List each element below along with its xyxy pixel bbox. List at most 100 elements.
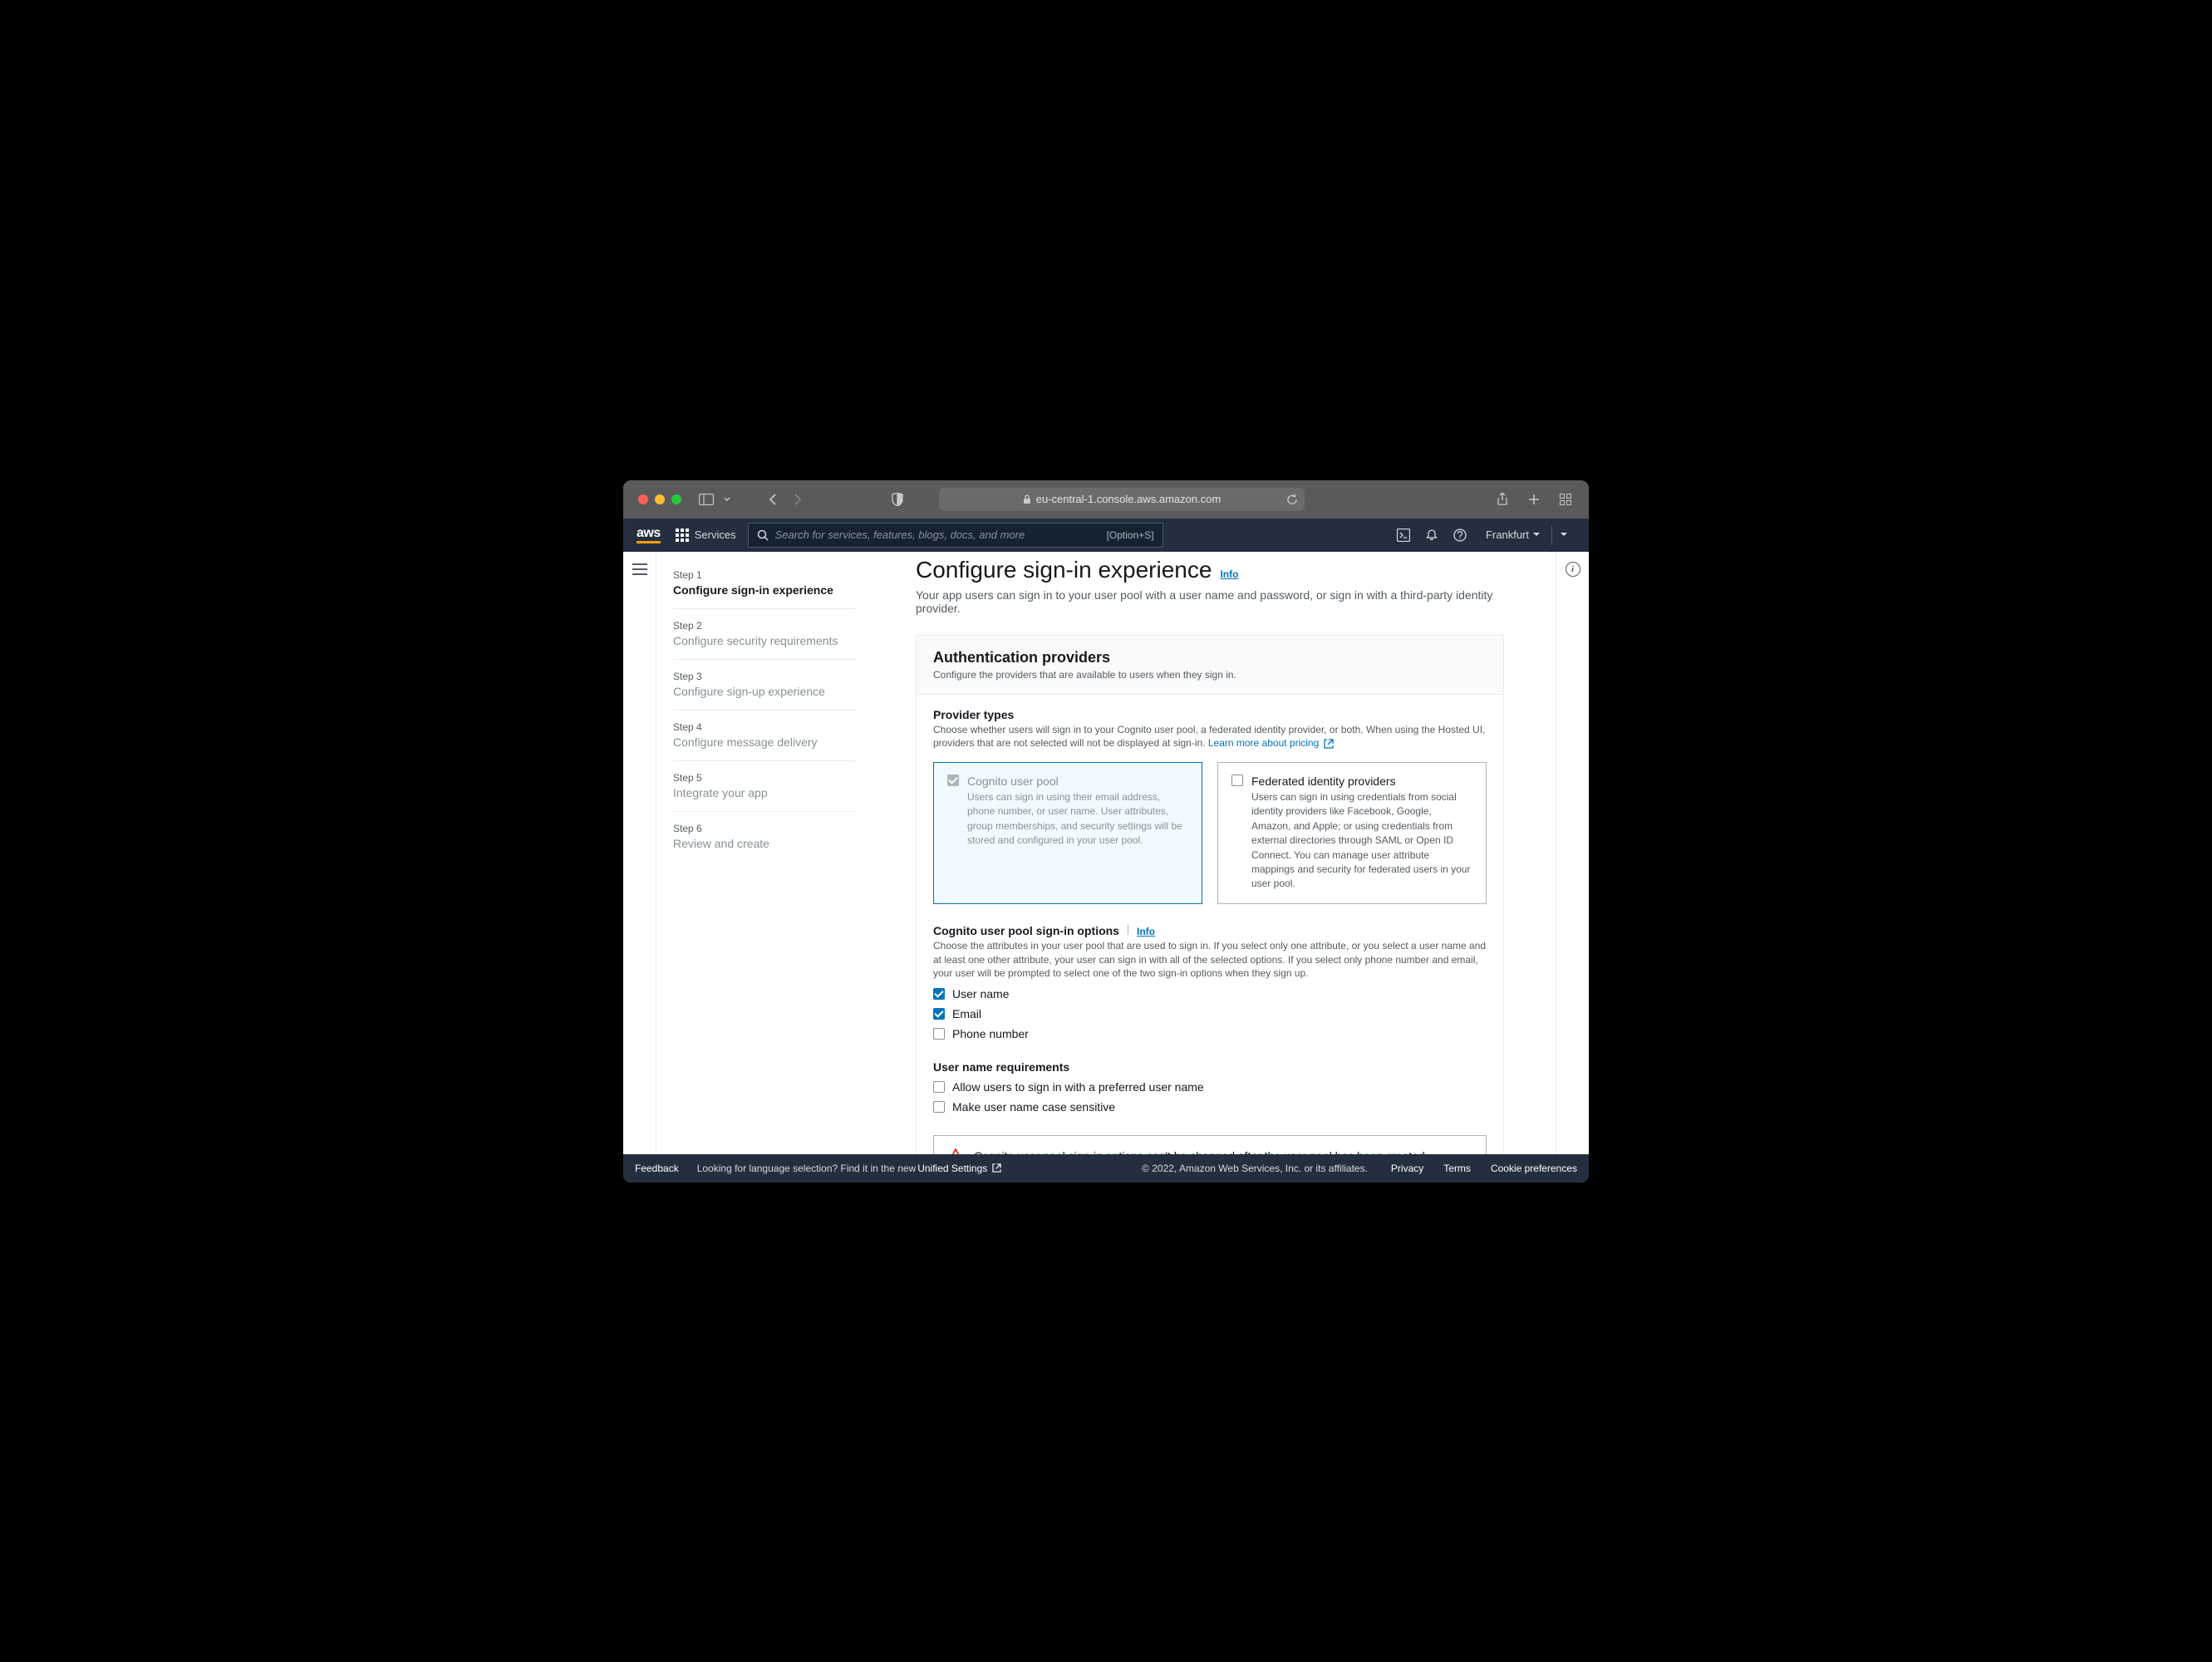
step-title: Configure sign-up experience bbox=[673, 684, 856, 699]
services-label: Services bbox=[695, 529, 736, 541]
unified-settings-link[interactable]: Unified Settings bbox=[917, 1163, 1001, 1174]
address-bar[interactable]: eu-central-1.console.aws.amazon.com bbox=[939, 488, 1305, 511]
cloudshell-icon[interactable] bbox=[1389, 521, 1418, 549]
search-placeholder: Search for services, features, blogs, do… bbox=[775, 529, 1025, 541]
new-tab-icon[interactable] bbox=[1526, 491, 1542, 508]
wizard-steps: Step 1 Configure sign-in experience Step… bbox=[656, 552, 873, 1154]
step-5[interactable]: Step 5 Integrate your app bbox=[673, 761, 856, 812]
terms-link[interactable]: Terms bbox=[1443, 1163, 1471, 1174]
checkbox-icon[interactable] bbox=[933, 1101, 945, 1113]
option-phone[interactable]: Phone number bbox=[933, 1027, 1487, 1040]
aws-logo[interactable]: aws bbox=[637, 527, 661, 543]
step-number: Step 3 bbox=[673, 671, 856, 682]
step-3[interactable]: Step 3 Configure sign-up experience bbox=[673, 660, 856, 711]
page-description: Your app users can sign in to your user … bbox=[916, 588, 1504, 615]
checkbox-icon[interactable] bbox=[933, 1081, 945, 1093]
warning-text: Cognito user pool sign-in options can't … bbox=[974, 1149, 1428, 1153]
privacy-shield-icon[interactable] bbox=[889, 491, 906, 508]
copyright: © 2022, Amazon Web Services, Inc. or its… bbox=[1142, 1163, 1368, 1174]
checkbox-icon[interactable] bbox=[1231, 774, 1243, 786]
card-label: Cognito user pool bbox=[967, 774, 1059, 788]
checkbox-icon[interactable] bbox=[933, 1008, 945, 1020]
account-menu[interactable] bbox=[1551, 525, 1575, 545]
step-number: Step 5 bbox=[673, 772, 856, 784]
option-label: Make user name case sensitive bbox=[952, 1100, 1115, 1114]
provider-types-desc: Choose whether users will sign in to you… bbox=[933, 723, 1487, 751]
checkbox-icon[interactable] bbox=[933, 1028, 945, 1040]
external-link-icon bbox=[1324, 739, 1334, 749]
cognito-pool-card[interactable]: Cognito user pool Users can sign in usin… bbox=[933, 762, 1202, 904]
tab-overview-icon[interactable] bbox=[1557, 491, 1574, 508]
step-title: Configure security requirements bbox=[673, 633, 856, 648]
step-1[interactable]: Step 1 Configure sign-in experience bbox=[673, 558, 856, 609]
external-link-icon bbox=[992, 1163, 1002, 1173]
zoom-window-icon[interactable] bbox=[671, 494, 681, 504]
step-number: Step 2 bbox=[673, 620, 856, 632]
url-text: eu-central-1.console.aws.amazon.com bbox=[1036, 493, 1222, 505]
option-username[interactable]: User name bbox=[933, 987, 1487, 1001]
checkbox-icon bbox=[947, 774, 959, 786]
option-label: Email bbox=[952, 1007, 981, 1020]
step-4[interactable]: Step 4 Configure message delivery bbox=[673, 711, 856, 761]
step-title: Configure message delivery bbox=[673, 735, 856, 750]
share-icon[interactable] bbox=[1494, 491, 1511, 508]
refresh-icon[interactable] bbox=[1286, 494, 1298, 505]
chevron-down-icon[interactable] bbox=[723, 491, 731, 508]
left-sidebar-toggle[interactable] bbox=[623, 552, 656, 1154]
console-footer: Feedback Looking for language selection?… bbox=[623, 1154, 1589, 1183]
grid-icon bbox=[676, 529, 689, 542]
help-rail[interactable]: i bbox=[1556, 552, 1589, 1154]
info-link[interactable]: Info bbox=[1137, 926, 1155, 937]
browser-toolbar: eu-central-1.console.aws.amazon.com bbox=[623, 480, 1589, 519]
step-number: Step 1 bbox=[673, 569, 856, 581]
option-email[interactable]: Email bbox=[933, 1007, 1487, 1020]
username-requirements-title: User name requirements bbox=[933, 1060, 1487, 1074]
nav-back-icon[interactable] bbox=[764, 491, 781, 508]
hamburger-icon bbox=[632, 563, 647, 575]
warning-alert: Cognito user pool sign-in options can't … bbox=[933, 1135, 1487, 1153]
signin-options-desc: Choose the attributes in your user pool … bbox=[933, 939, 1487, 981]
provider-types-title: Provider types bbox=[933, 708, 1487, 721]
option-case-sensitive[interactable]: Make user name case sensitive bbox=[933, 1100, 1487, 1114]
info-icon[interactable]: i bbox=[1566, 562, 1580, 577]
option-preferred-username[interactable]: Allow users to sign in with a preferred … bbox=[933, 1080, 1487, 1094]
step-title: Integrate your app bbox=[673, 785, 856, 800]
search-icon bbox=[757, 529, 769, 541]
cookie-prefs-link[interactable]: Cookie preferences bbox=[1491, 1163, 1577, 1174]
privacy-link[interactable]: Privacy bbox=[1391, 1163, 1423, 1174]
search-kbd-hint: [Option+S] bbox=[1107, 529, 1154, 541]
panel-title: Authentication providers bbox=[933, 649, 1487, 666]
info-link[interactable]: Info bbox=[1220, 568, 1238, 580]
region-label: Frankfurt bbox=[1486, 529, 1529, 541]
minimize-window-icon[interactable] bbox=[655, 494, 665, 504]
lock-icon bbox=[1023, 494, 1031, 504]
step-title: Review and create bbox=[673, 836, 856, 851]
page-title: Configure sign-in experience bbox=[916, 557, 1212, 583]
feedback-link[interactable]: Feedback bbox=[635, 1163, 679, 1174]
learn-more-pricing-link[interactable]: Learn more about pricing bbox=[1208, 737, 1334, 749]
sidebar-toggle-icon[interactable] bbox=[698, 491, 715, 508]
close-window-icon[interactable] bbox=[638, 494, 648, 504]
option-label: Phone number bbox=[952, 1027, 1029, 1040]
step-6[interactable]: Step 6 Review and create bbox=[673, 812, 856, 862]
federated-providers-card[interactable]: Federated identity providers Users can s… bbox=[1217, 762, 1487, 904]
aws-navbar: aws Services Search for services, featur… bbox=[623, 519, 1589, 552]
option-label: Allow users to sign in with a preferred … bbox=[952, 1080, 1204, 1094]
services-menu[interactable]: Services bbox=[676, 529, 736, 542]
card-description: Users can sign in using credentials from… bbox=[1251, 790, 1472, 892]
window-controls[interactable] bbox=[638, 494, 681, 504]
caret-down-icon bbox=[1533, 533, 1540, 537]
step-title: Configure sign-in experience bbox=[673, 583, 856, 597]
auth-providers-panel: Authentication providers Configure the p… bbox=[916, 635, 1504, 1154]
checkbox-icon[interactable] bbox=[933, 988, 945, 1000]
aws-search-input[interactable]: Search for services, features, blogs, do… bbox=[748, 523, 1163, 548]
region-selector[interactable]: Frankfurt bbox=[1474, 529, 1551, 541]
step-number: Step 6 bbox=[673, 823, 856, 834]
signin-options-title: Cognito user pool sign-in options bbox=[933, 924, 1119, 937]
step-2[interactable]: Step 2 Configure security requirements bbox=[673, 609, 856, 660]
help-icon[interactable] bbox=[1446, 521, 1474, 549]
step-number: Step 4 bbox=[673, 721, 856, 733]
lang-text: Looking for language selection? Find it … bbox=[697, 1163, 917, 1174]
notifications-icon[interactable] bbox=[1418, 521, 1446, 549]
warning-icon bbox=[947, 1148, 964, 1153]
